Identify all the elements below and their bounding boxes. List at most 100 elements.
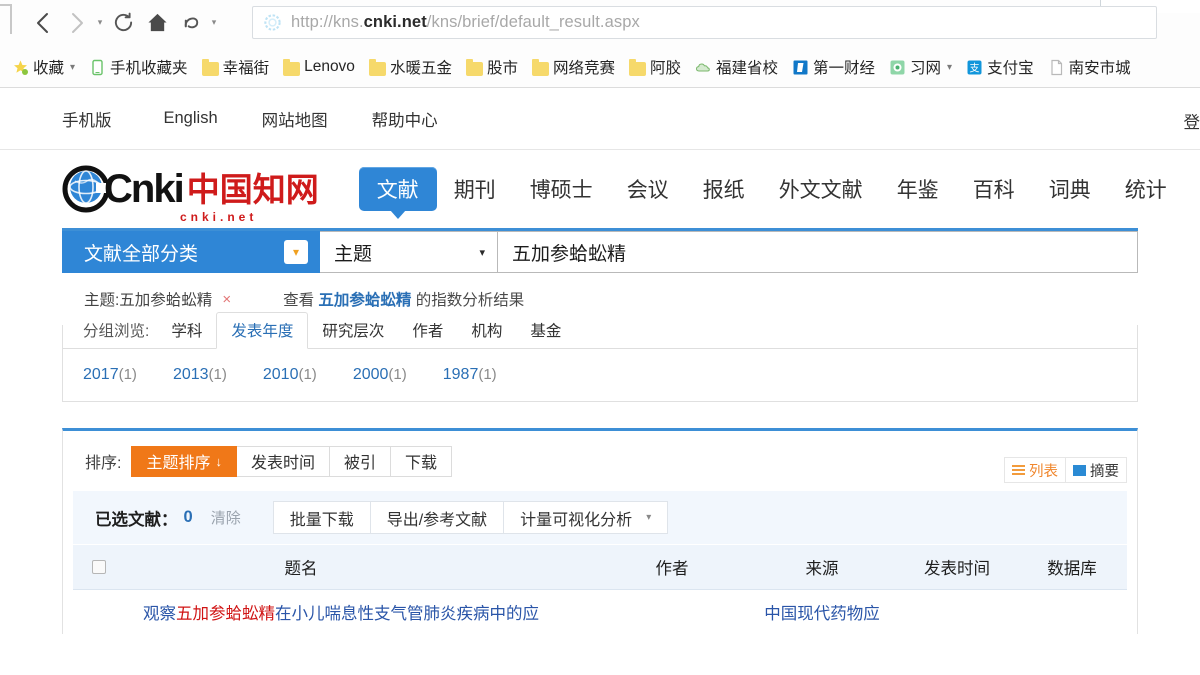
undo-dropdown-icon[interactable]: ▾ xyxy=(208,17,220,28)
reload-icon[interactable] xyxy=(106,6,140,40)
group-tab[interactable]: 发表年度 xyxy=(216,312,309,349)
home-icon[interactable] xyxy=(140,6,174,40)
index-analysis-term[interactable]: 五加参蛤蚣精 xyxy=(318,292,411,309)
bookmark-item[interactable]: 福建省校 xyxy=(691,53,782,81)
year-facet-item[interactable]: 2013(1) xyxy=(173,366,227,384)
chevron-down-icon[interactable]: ▾ xyxy=(284,240,308,264)
forward-button[interactable] xyxy=(60,6,94,40)
search-input[interactable]: 五加参蛤蚣精 xyxy=(498,231,1138,273)
main-tab[interactable]: 统计 xyxy=(1108,174,1184,204)
selected-docs-count: 0 xyxy=(183,508,193,526)
column-header-source[interactable]: 来源 xyxy=(747,555,897,579)
column-header-database[interactable]: 数据库 xyxy=(1017,555,1127,579)
blue-square-icon xyxy=(792,59,809,76)
year-count: (1) xyxy=(208,366,227,383)
util-link-english[interactable]: English xyxy=(142,109,240,128)
column-header-author[interactable]: 作者 xyxy=(597,555,747,579)
action-button[interactable]: 批量下载 xyxy=(272,501,371,534)
main-tab[interactable]: 词典 xyxy=(1032,174,1108,204)
column-header-date[interactable]: 发表时间 xyxy=(897,555,1017,579)
bookmark-item[interactable]: 网络竞赛 xyxy=(528,53,619,81)
year-facet-item[interactable]: 2000(1) xyxy=(353,366,407,384)
address-bar[interactable]: http://kns.cnki.net/kns/brief/default_re… xyxy=(252,6,1157,39)
column-header-title[interactable]: 题名 xyxy=(125,555,597,579)
utility-nav: 手机版 English 网站地图 帮助中心 登 xyxy=(0,88,1200,150)
view-toggle: 列表 摘要 xyxy=(1004,457,1127,483)
browser-chrome: ▾ ▾ http://kns.cnki.net/kns/brief/defaul… xyxy=(0,0,1200,88)
page-viewport: 手机版 English 网站地图 帮助中心 登 Cnki 中国知网 cnki.n… xyxy=(0,88,1200,675)
main-tab[interactable]: 博硕士 xyxy=(513,174,610,204)
bookmark-label: 股市 xyxy=(486,60,518,77)
year-count: (1) xyxy=(118,366,137,383)
bookmark-item[interactable]: 第一财经 xyxy=(788,53,879,81)
chevron-down-icon[interactable]: ▾ xyxy=(70,62,75,73)
view-toggle-label: 摘要 xyxy=(1090,463,1119,480)
table-row[interactable]: 观察五加参蛤蚣精在小儿喘息性支气管肺炎疾病中的应 中国现代药物应 xyxy=(73,590,1127,634)
year-label: 2010 xyxy=(262,366,299,383)
sort-button[interactable]: 主题排序 ↓ xyxy=(131,445,237,477)
alipay-icon: 支 xyxy=(966,59,983,76)
action-button[interactable]: 导出/参考文献 xyxy=(370,501,505,534)
result-source[interactable]: 中国现代药物应 xyxy=(737,600,907,624)
action-button[interactable]: 计量可视化分析 ▾ xyxy=(504,501,669,534)
bookmark-item[interactable]: 股市 xyxy=(462,53,522,81)
sort-button-label: 下载 xyxy=(405,455,438,472)
group-tab[interactable]: 作者 xyxy=(398,313,457,348)
bookmark-label: 福建省校 xyxy=(716,60,779,77)
page-icon xyxy=(1048,59,1065,76)
result-title[interactable]: 观察五加参蛤蚣精在小儿喘息性支气管肺炎疾病中的应 xyxy=(125,600,587,624)
sort-button[interactable]: 被引 xyxy=(329,445,391,477)
bookmark-item[interactable]: 水暖五金 xyxy=(365,53,456,81)
select-all-checkbox[interactable] xyxy=(92,560,106,574)
cloud-icon xyxy=(695,59,712,76)
chevron-down-icon[interactable]: ▾ xyxy=(646,512,651,523)
bookmark-label: 幸福街 xyxy=(222,60,270,77)
history-dropdown-icon[interactable]: ▾ xyxy=(94,17,106,28)
year-label: 2000 xyxy=(352,366,389,383)
group-browse-panel: 分组浏览: 学科 发表年度 研究层次 作者 机构 基金 2017(1) 2013(1) 201… xyxy=(62,312,1138,402)
util-link-sitemap[interactable]: 网站地图 xyxy=(240,107,350,131)
index-analysis-link[interactable]: 查看 五加参蛤蚣精 的指数分析结果 xyxy=(283,288,524,310)
bookmark-item[interactable]: 手机收藏夹 xyxy=(85,53,192,81)
util-link-mobile[interactable]: 手机版 xyxy=(62,107,142,131)
group-tab[interactable]: 研究层次 xyxy=(308,313,398,348)
view-toggle-button[interactable]: 摘要 xyxy=(1066,457,1127,483)
group-tab[interactable]: 基金 xyxy=(516,313,575,348)
year-facet-item[interactable]: 2010(1) xyxy=(263,366,317,384)
login-link[interactable]: 登 xyxy=(1184,109,1200,133)
bookmark-item[interactable]: 幸福街 xyxy=(198,53,274,81)
close-icon[interactable]: × xyxy=(222,291,231,308)
chevron-down-icon[interactable]: ▾ xyxy=(947,62,952,73)
bookmark-item[interactable]: Lenovo xyxy=(279,55,359,79)
main-tab[interactable]: 文献 xyxy=(358,167,437,219)
search-field-select[interactable]: 主题 ▾ xyxy=(320,231,498,273)
main-tab[interactable]: 年鉴 xyxy=(880,174,956,204)
main-tab[interactable]: 报纸 xyxy=(686,174,762,204)
bookmark-item[interactable]: 支支付宝 xyxy=(962,53,1038,81)
year-facet-item[interactable]: 1987(1) xyxy=(443,366,497,384)
group-tab[interactable]: 学科 xyxy=(157,313,216,348)
group-tab[interactable]: 机构 xyxy=(457,313,516,348)
main-tab[interactable]: 百科 xyxy=(956,174,1032,204)
main-tab[interactable]: 会议 xyxy=(610,174,686,204)
year-facet-item[interactable]: 2017(1) xyxy=(83,366,137,384)
bookmark-label: 支付宝 xyxy=(987,60,1034,77)
back-button[interactable] xyxy=(26,6,60,40)
category-selector[interactable]: 文献全部分类 ▾ xyxy=(62,231,320,273)
active-filter-tag: 主题:五加参蛤蚣精 xyxy=(84,292,213,309)
cnki-logo[interactable]: Cnki 中国知网 cnki.net xyxy=(62,160,319,224)
sort-button[interactable]: 下载 xyxy=(391,445,453,477)
bookmark-item[interactable]: 南安市城 xyxy=(1044,53,1135,81)
main-tab[interactable]: 外文文献 xyxy=(762,174,880,204)
undo-icon[interactable] xyxy=(174,6,208,40)
address-bar-url: http://kns.cnki.net/kns/brief/default_re… xyxy=(291,13,640,31)
sort-button[interactable]: 发表时间 xyxy=(236,445,330,477)
bookmark-item[interactable]: 阿胶 xyxy=(625,53,685,81)
bookmark-item[interactable]: 习网 ▾ xyxy=(885,53,956,81)
clear-selection-button[interactable]: 清除 xyxy=(211,507,241,528)
search-input-value: 五加参蛤蚣精 xyxy=(512,243,627,265)
bookmark-item[interactable]: 收藏 ▾ xyxy=(8,53,79,81)
view-toggle-button[interactable]: 列表 xyxy=(1004,457,1066,483)
util-link-help[interactable]: 帮助中心 xyxy=(350,107,460,131)
main-tab[interactable]: 期刊 xyxy=(437,174,513,204)
